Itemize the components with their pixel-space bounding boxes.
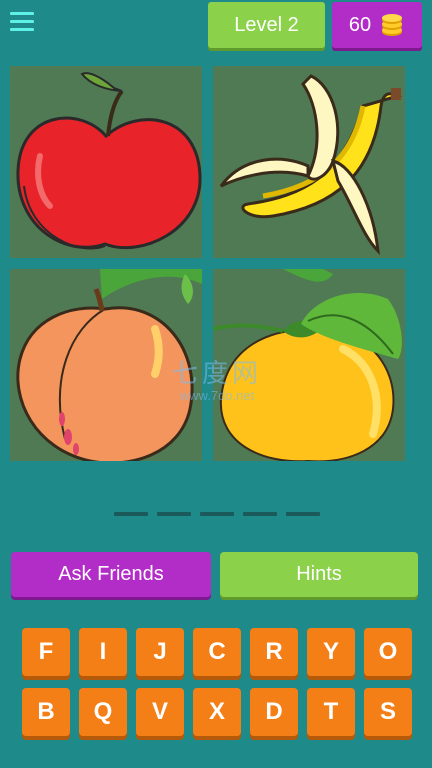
letter-key[interactable]: B — [22, 688, 70, 736]
answer-slots — [114, 512, 320, 516]
picture-tile-peach[interactable] — [10, 269, 202, 461]
hamburger-menu-icon[interactable] — [10, 12, 34, 36]
letter-key[interactable]: C — [193, 628, 241, 676]
picture-grid — [10, 66, 405, 462]
letter-key[interactable]: X — [193, 688, 241, 736]
letter-key[interactable]: I — [79, 628, 127, 676]
answer-slot[interactable] — [243, 512, 277, 516]
answer-slot[interactable] — [200, 512, 234, 516]
coin-counter[interactable]: 60 — [332, 2, 422, 48]
picture-tile-apple[interactable] — [10, 66, 202, 258]
peach-image — [16, 269, 202, 461]
level-label: Level 2 — [234, 13, 299, 36]
banana-image — [219, 74, 403, 256]
hints-button[interactable]: Hints — [220, 552, 418, 597]
answer-slot[interactable] — [114, 512, 148, 516]
letter-key[interactable]: S — [364, 688, 412, 736]
letter-key[interactable]: O — [364, 628, 412, 676]
letter-key[interactable]: Y — [307, 628, 355, 676]
apple-image — [16, 72, 202, 250]
letter-key[interactable]: F — [22, 628, 70, 676]
ask-friends-button[interactable]: Ask Friends — [11, 552, 211, 597]
letter-key[interactable]: R — [250, 628, 298, 676]
picture-tile-banana[interactable] — [213, 66, 405, 258]
letter-key[interactable]: T — [307, 688, 355, 736]
coin-stack-icon — [382, 14, 403, 36]
coin-count: 60 — [348, 13, 372, 36]
level-badge: Level 2 — [208, 2, 325, 48]
letter-key[interactable]: Q — [79, 688, 127, 736]
orange-image — [213, 269, 402, 461]
answer-slot[interactable] — [157, 512, 191, 516]
letter-key[interactable]: V — [136, 688, 184, 736]
letter-key[interactable]: D — [250, 688, 298, 736]
picture-tile-orange[interactable] — [213, 269, 405, 461]
letter-key[interactable]: J — [136, 628, 184, 676]
top-bar: Level 2 60 — [0, 0, 432, 52]
answer-slot[interactable] — [286, 512, 320, 516]
